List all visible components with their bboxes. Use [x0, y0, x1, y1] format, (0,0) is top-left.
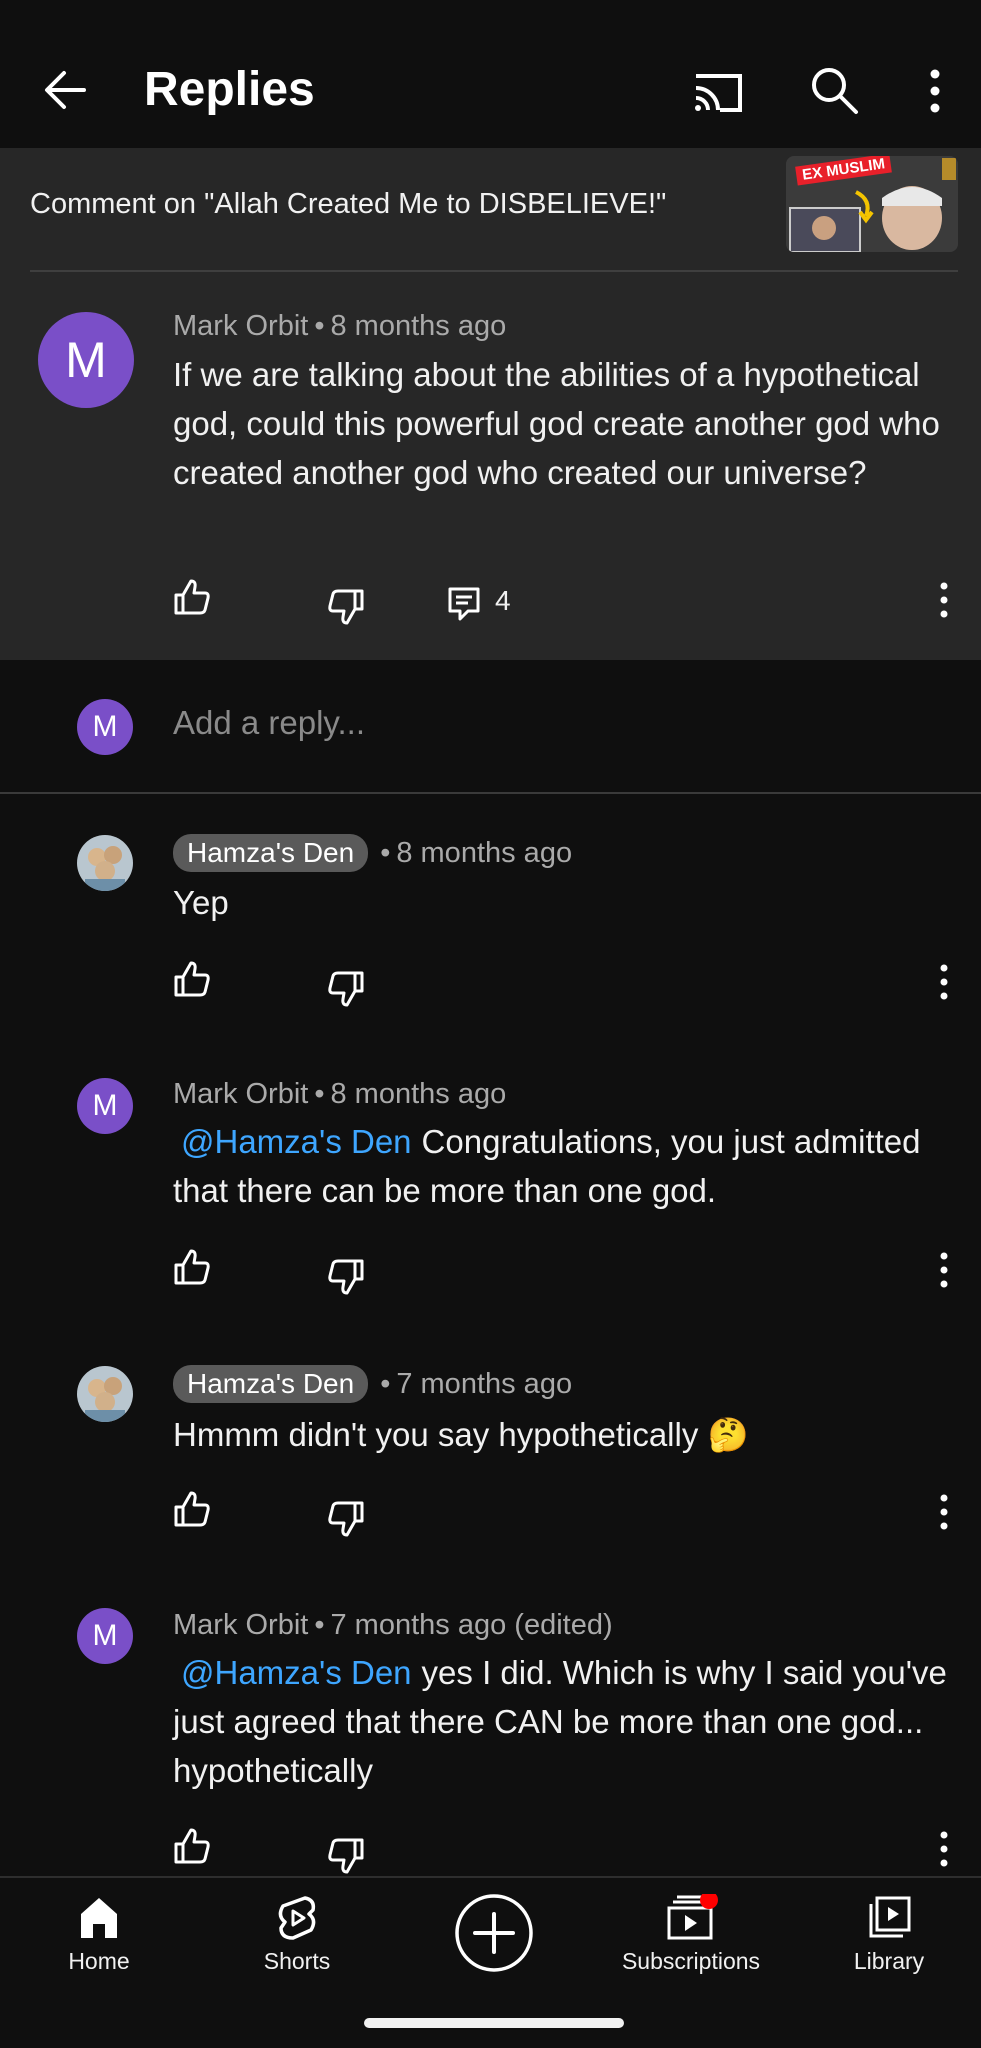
avatar[interactable]: M	[38, 312, 134, 408]
reply-more-icon[interactable]	[936, 1490, 952, 1534]
video-thumbnail[interactable]: EX MUSLIM	[786, 156, 958, 252]
reply-count[interactable]: 4	[495, 585, 511, 617]
reply-time: 8 months ago	[396, 837, 573, 869]
add-reply-input[interactable]: Add a reply...	[173, 704, 365, 742]
plus-circle-icon	[455, 1894, 533, 1972]
nav-shorts[interactable]: Shorts	[212, 1894, 382, 2004]
nav-home[interactable]: Home	[14, 1894, 184, 2004]
replies-icon[interactable]	[446, 585, 486, 625]
top-app-bar: Replies	[0, 0, 981, 148]
reply-time: 7 months ago (edited)	[330, 1609, 613, 1641]
library-icon	[869, 1896, 911, 1938]
like-icon[interactable]	[172, 959, 212, 999]
avatar-image	[77, 1366, 133, 1422]
like-icon[interactable]	[172, 1247, 212, 1287]
main-comment-panel: Comment on "Allah Created Me to DISBELIE…	[0, 148, 981, 660]
reply-meta: Mark Orbit • 7 months ago (edited)	[173, 1609, 613, 1642]
dislike-icon[interactable]	[326, 1257, 366, 1297]
home-icon	[81, 1898, 117, 1938]
add-reply-bar: M Add a reply...	[0, 660, 981, 794]
meta-separator: •	[314, 1609, 325, 1641]
comment-meta: Mark Orbit • 8 months ago	[173, 310, 506, 343]
reply-author[interactable]: Mark Orbit	[173, 1078, 308, 1110]
avatar[interactable]: M	[77, 1608, 133, 1664]
reply-more-icon[interactable]	[936, 1827, 952, 1871]
search-icon[interactable]	[808, 64, 860, 116]
reply-meta: Hamza's Den • 8 months ago	[173, 834, 572, 872]
reply-more-icon[interactable]	[936, 1248, 952, 1292]
meta-separator: •	[314, 1078, 325, 1110]
subscriptions-icon	[667, 1894, 718, 1940]
avatar[interactable]	[77, 835, 133, 891]
meta-separator: •	[314, 310, 325, 342]
reply-text: Hmmm didn't you say hypothetically 🤔	[173, 1416, 749, 1453]
reply-author[interactable]: Mark Orbit	[173, 1609, 308, 1641]
more-options-icon[interactable]	[920, 66, 950, 116]
reply-time: 8 months ago	[330, 1078, 507, 1110]
avatar-image	[77, 835, 133, 891]
comment-time: 8 months ago	[330, 310, 507, 342]
reply-more-icon[interactable]	[936, 960, 952, 1004]
reply-body: @Hamza's Den Congratulations, you just ad…	[173, 1117, 963, 1215]
reply-meta: Mark Orbit • 8 months ago	[173, 1078, 506, 1111]
dislike-icon[interactable]	[326, 1836, 366, 1876]
nav-library[interactable]: Library	[804, 1894, 974, 2004]
shorts-icon	[278, 1896, 316, 1940]
home-indicator	[364, 2018, 624, 2028]
like-icon[interactable]	[172, 1826, 212, 1866]
mention-link[interactable]: @Hamza's Den	[181, 1123, 412, 1160]
like-icon[interactable]	[172, 1489, 212, 1529]
reply-time: 7 months ago	[396, 1368, 573, 1400]
avatar[interactable]: M	[77, 1078, 133, 1134]
meta-separator: •	[380, 837, 391, 869]
nav-subscriptions-label: Subscriptions	[621, 1948, 761, 1974]
comment-author[interactable]: Mark Orbit	[173, 310, 308, 342]
reply-body: @Hamza's Den yes I did. Which is why I sa…	[173, 1648, 963, 1795]
page-title: Replies	[144, 63, 315, 116]
comment-more-icon[interactable]	[936, 578, 952, 622]
reply-author-chip[interactable]: Hamza's Den	[173, 1365, 369, 1403]
video-context-bar[interactable]: Comment on "Allah Created Me to DISBELIE…	[0, 148, 981, 270]
nav-home-label: Home	[68, 1948, 130, 1974]
cast-icon[interactable]	[690, 68, 746, 116]
dislike-icon[interactable]	[326, 1499, 366, 1539]
reply-text: Yep	[173, 884, 229, 921]
user-avatar: M	[77, 699, 133, 755]
nav-subscriptions[interactable]: Subscriptions	[606, 1894, 776, 2004]
avatar[interactable]	[77, 1366, 133, 1422]
dislike-icon[interactable]	[326, 587, 366, 627]
comment-on-video-text: Comment on "Allah Created Me to DISBELIE…	[30, 188, 667, 220]
reply-author-chip[interactable]: Hamza's Den	[173, 834, 369, 872]
reply-meta: Hamza's Den • 7 months ago	[173, 1365, 572, 1403]
comment-text: If we are talking about the abilities of…	[173, 356, 940, 491]
meta-separator: •	[380, 1368, 391, 1400]
bottom-navigation: Home Shorts Subscriptions Library	[0, 1876, 981, 2048]
divider	[30, 270, 958, 272]
nav-library-label: Library	[853, 1948, 925, 1974]
dislike-icon[interactable]	[326, 969, 366, 1009]
nav-shorts-label: Shorts	[263, 1948, 331, 1974]
back-arrow-icon[interactable]	[40, 62, 96, 118]
like-icon[interactable]	[172, 577, 212, 617]
mention-link[interactable]: @Hamza's Den	[181, 1654, 412, 1691]
create-button[interactable]	[409, 1892, 579, 2002]
